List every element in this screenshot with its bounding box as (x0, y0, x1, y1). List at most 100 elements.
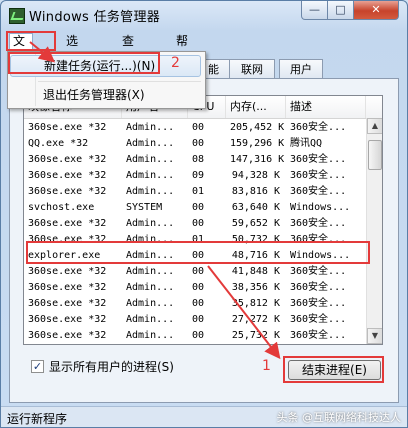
cell-description: 360安全... (286, 344, 366, 345)
cell-image-name: 360se.exe *32 (28, 314, 107, 325)
process-row[interactable]: 360se.exe *32 Admin... 00 35,812 K 360安全... (24, 296, 366, 312)
cell-user-name: Admin... (126, 266, 175, 277)
cell-image-name: svchost.exe (28, 202, 95, 213)
process-row[interactable]: 360se.exe *32 Admin... 09 94,328 K 360安全... (24, 168, 366, 184)
cell-memory: 205,452 K (230, 122, 285, 133)
scroll-down-icon[interactable]: ▼ (367, 328, 382, 344)
cell-memory: 27,272 K (231, 314, 280, 325)
cell-cpu: 09 (192, 170, 205, 181)
cell-user-name: Admin... (126, 122, 175, 133)
cell-description: 腾讯QQ (290, 138, 323, 149)
column-description[interactable]: 描述 (286, 96, 366, 118)
show-all-users-checkbox[interactable]: ✓ (31, 360, 44, 373)
cell-image-name: 360se.exe *32 (28, 122, 107, 133)
cell-image-name: 360se.exe *32 (28, 186, 107, 197)
cell-memory: 22,672 K (226, 344, 286, 345)
cell-user-name: SYSTEM (126, 202, 163, 213)
cell-memory: 35,812 K (231, 298, 280, 309)
cell-memory: 25,732 K (231, 330, 280, 341)
tab-networking[interactable]: 联网 (229, 59, 275, 78)
cell-image-name: 360se.exe *32 (28, 266, 107, 277)
cell-description: 360安全... (290, 330, 347, 341)
cell-description: 360安全... (290, 282, 347, 293)
cell-description: 360安全... (290, 186, 347, 197)
annotation-box-file-menu (6, 31, 56, 51)
cell-cpu: 00 (192, 218, 205, 229)
cell-memory: 63,640 K (231, 202, 280, 213)
cell-user-name: Admin... (126, 298, 175, 309)
process-row[interactable]: 360se.exe *32 Admin... 00 27,272 K 360安全... (24, 312, 366, 328)
cell-user-name: Admin... (126, 218, 175, 229)
process-row[interactable]: 360se.exe *32 Admin... 01 83,816 K 360安全... (24, 184, 366, 200)
cell-memory: 83,816 K (231, 186, 280, 197)
process-row[interactable]: 360se.exe *32 Admin... 00 25,732 K 360安全... (24, 328, 366, 344)
process-row[interactable]: 360se.exe *32 Admin... 08 147,316 K 360安全... (24, 152, 366, 168)
process-row[interactable]: 360se.exe *32 Admin... 00 41,848 K 360安全... (24, 264, 366, 280)
show-all-users-label: 显示所有用户的进程(S) (49, 360, 174, 374)
cell-description: 360安全... (290, 170, 347, 181)
tab-users[interactable]: 用户 (279, 59, 323, 78)
cell-memory: 59,652 K (231, 218, 280, 229)
cell-image-name: 360se.exe *32 (24, 344, 122, 345)
cell-user-name: Admin... (122, 344, 188, 345)
cell-description: 360安全... (290, 154, 347, 165)
cell-cpu: 00 (188, 344, 226, 345)
cell-description: 360安全... (290, 298, 347, 309)
close-button[interactable]: ✕ (353, 1, 399, 20)
cell-user-name: Admin... (126, 170, 175, 181)
cell-cpu: 00 (192, 266, 205, 277)
minimize-button[interactable]: — (301, 1, 328, 20)
cell-cpu: 00 (192, 122, 205, 133)
cell-description: Windows... (290, 202, 351, 213)
process-list[interactable]: 映像名称 用户名 CPU 内存(... 描述 360se.exe *32Admi… (23, 95, 383, 345)
task-manager-icon (9, 8, 25, 24)
cell-image-name: QQ.exe *32 (28, 138, 89, 149)
cell-memory: 147,316 K (230, 154, 285, 165)
menu-separator (38, 81, 201, 82)
cell-image-name: 360se.exe *32 (28, 154, 107, 165)
vertical-scrollbar[interactable]: ▲ ▼ (366, 118, 382, 344)
cell-cpu: 00 (192, 298, 205, 309)
annotation-step-2: 2 (171, 55, 180, 71)
process-row[interactable]: 360se.exe *32 Admin... 00 205,452 K 360安全... (24, 120, 366, 136)
cell-cpu: 00 (192, 314, 205, 325)
menu-item-exit[interactable]: 退出任务管理器(X) (10, 84, 201, 106)
menu-options[interactable]: 选项(O) (63, 33, 88, 82)
process-row[interactable]: 360se.exe *32 Admin... 00 59,652 K 360安全... (24, 216, 366, 232)
cell-memory: 41,848 K (231, 266, 280, 277)
status-bar: 运行新程序 头条 @互联网络科技达人 (1, 406, 407, 427)
cell-cpu: 08 (192, 154, 205, 165)
cell-user-name: Admin... (126, 282, 175, 293)
annotation-box-new-task (8, 52, 160, 74)
status-text: 运行新程序 (7, 412, 68, 426)
cell-cpu: 00 (192, 202, 205, 213)
cell-memory: 159,296 K (230, 138, 285, 149)
scroll-thumb[interactable] (368, 140, 382, 170)
cell-description: 360安全... (290, 314, 347, 325)
cell-description: 360安全... (290, 218, 347, 229)
cell-image-name: 360se.exe *32 (28, 282, 107, 293)
watermark: 头条 @互联网络科技达人 (276, 411, 402, 424)
cell-description: 360安全... (290, 122, 347, 133)
cell-user-name: Admin... (126, 138, 175, 149)
cell-user-name: Admin... (126, 330, 175, 341)
cell-memory: 38,356 K (231, 282, 280, 293)
process-row[interactable]: 360se.exe *32Admin...0022,672 K360安全... (24, 344, 366, 345)
process-row[interactable]: 360se.exe *32 Admin... 00 38,356 K 360安全... (24, 280, 366, 296)
process-row[interactable]: QQ.exe *32 Admin... 00 159,296 K 腾讯QQ (24, 136, 366, 152)
column-memory[interactable]: 内存(... (226, 96, 286, 118)
cell-description: 360安全... (290, 266, 347, 277)
scroll-up-icon[interactable]: ▲ (367, 118, 382, 134)
cell-user-name: Admin... (126, 186, 175, 197)
cell-image-name: 360se.exe *32 (28, 330, 107, 341)
maximize-button[interactable]: □ (327, 1, 354, 20)
cell-memory: 94,328 K (231, 170, 280, 181)
menu-view[interactable]: 查看(V) (119, 33, 143, 82)
process-row[interactable]: svchost.exe SYSTEM 00 63,640 K Windows... (24, 200, 366, 216)
menu-help[interactable]: 帮助(H) (173, 33, 197, 82)
annotation-box-explorer-row (26, 241, 370, 264)
cell-cpu: 00 (192, 330, 205, 341)
cell-user-name: Admin... (126, 314, 175, 325)
annotation-box-end-process (283, 356, 384, 383)
title-bar[interactable]: Windows 任务管理器 — □ ✕ (1, 1, 407, 31)
